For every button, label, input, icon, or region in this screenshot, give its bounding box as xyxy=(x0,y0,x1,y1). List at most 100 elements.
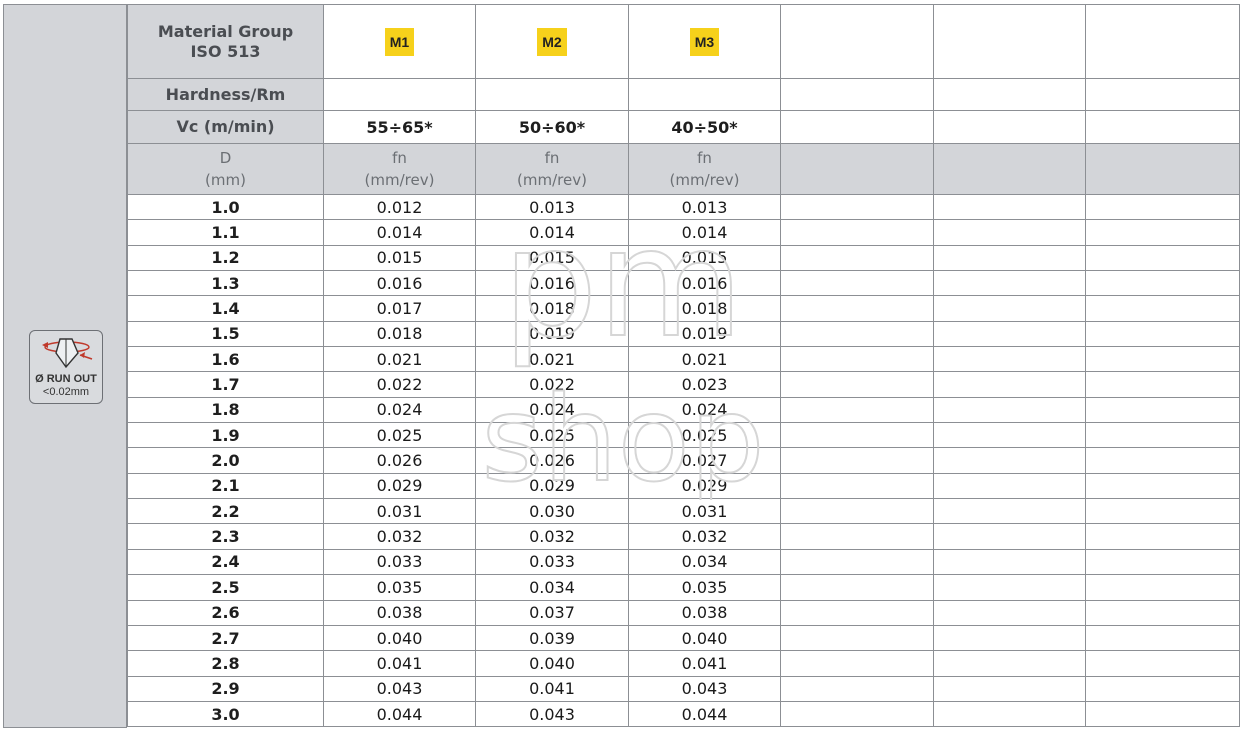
empty-cell xyxy=(780,523,934,550)
d-cell: 2.2 xyxy=(127,498,324,525)
m2-cell: 0.025 xyxy=(475,422,629,449)
d-label: D xyxy=(219,149,232,167)
table-row: 2.6 0.038 0.037 0.038 xyxy=(127,599,1240,626)
table-row: 1.8 0.024 0.024 0.024 xyxy=(127,396,1240,424)
empty-cell xyxy=(933,574,1086,601)
table-row: 2.3 0.032 0.032 0.032 xyxy=(127,523,1240,550)
table-row: 2.2 0.031 0.030 0.031 xyxy=(127,498,1240,525)
m2-cell: 0.039 xyxy=(475,624,629,652)
side-panel: Ø RUN OUT <0.02mm xyxy=(3,4,127,728)
empty-cell xyxy=(933,498,1086,525)
empty-cell xyxy=(933,675,1086,702)
empty-cell xyxy=(1085,78,1240,111)
empty-cell xyxy=(1085,4,1240,79)
empty-cell xyxy=(780,498,934,525)
m2-header: M2 xyxy=(475,4,629,79)
m2-cell: 0.016 xyxy=(475,270,629,297)
table-row: 1.4 0.017 0.018 0.018 xyxy=(127,295,1240,322)
empty-cell xyxy=(780,295,934,322)
m3-cell: 0.031 xyxy=(628,498,781,525)
empty-cell xyxy=(933,295,1086,322)
fn-unit: (mm/rev) xyxy=(517,171,587,189)
empty-cell xyxy=(475,78,629,111)
m3-cell: 0.032 xyxy=(628,523,781,550)
empty-cell xyxy=(1085,574,1240,601)
d-cell: 1.1 xyxy=(127,219,324,246)
table-row: 1.5 0.018 0.019 0.019 xyxy=(127,320,1240,348)
d-cell: 2.7 xyxy=(127,624,324,652)
empty-cell xyxy=(780,143,934,195)
m3-cell: 0.018 xyxy=(628,295,781,322)
empty-cell xyxy=(780,650,934,677)
m1-cell: 0.022 xyxy=(323,371,476,398)
empty-cell xyxy=(1085,447,1240,474)
m3-cell: 0.016 xyxy=(628,270,781,297)
d-cell: 1.9 xyxy=(127,422,324,449)
d-cell: 1.4 xyxy=(127,295,324,322)
empty-cell xyxy=(780,548,934,576)
table-row: 2.0 0.026 0.026 0.027 xyxy=(127,447,1240,474)
empty-cell xyxy=(933,422,1086,449)
empty-cell xyxy=(1085,295,1240,322)
table-row: 1.2 0.015 0.015 0.015 xyxy=(127,244,1240,272)
empty-cell xyxy=(933,650,1086,677)
d-cell: 1.8 xyxy=(127,396,324,424)
m1-badge: M1 xyxy=(384,27,415,56)
material-group-label: Material Group xyxy=(157,21,294,41)
m2-cell: 0.034 xyxy=(475,574,629,601)
m2-vc: 50÷60* xyxy=(475,110,629,144)
table-row: 3.0 0.044 0.043 0.044 xyxy=(127,700,1240,728)
m2-cell: 0.014 xyxy=(475,219,629,246)
m3-badge: M3 xyxy=(689,27,720,56)
empty-cell xyxy=(780,244,934,272)
empty-cell xyxy=(780,447,934,474)
m3-cell: 0.044 xyxy=(628,700,781,728)
m1-cell: 0.014 xyxy=(323,219,476,246)
m3-cell: 0.014 xyxy=(628,219,781,246)
empty-cell xyxy=(1085,472,1240,500)
empty-cell xyxy=(1085,270,1240,297)
empty-cell xyxy=(780,472,934,500)
m2-cell: 0.037 xyxy=(475,599,629,626)
fn-label: fn xyxy=(544,149,560,167)
empty-cell xyxy=(780,700,934,728)
d-cell: 2.9 xyxy=(127,675,324,702)
m1-cell: 0.029 xyxy=(323,472,476,500)
empty-cell xyxy=(1085,396,1240,424)
empty-cell xyxy=(1085,193,1240,221)
m1-cell: 0.044 xyxy=(323,700,476,728)
m3-fn-header: fn (mm/rev) xyxy=(628,143,781,195)
empty-cell xyxy=(933,244,1086,272)
empty-cell xyxy=(1085,320,1240,348)
table-row: 1.0 0.012 0.013 0.013 xyxy=(127,193,1240,221)
empty-cell xyxy=(933,523,1086,550)
empty-cell xyxy=(1085,675,1240,702)
empty-cell xyxy=(780,371,934,398)
table-row: 2.8 0.041 0.040 0.041 xyxy=(127,650,1240,677)
empty-cell xyxy=(780,346,934,373)
empty-cell xyxy=(933,110,1086,144)
empty-cell xyxy=(933,599,1086,626)
m1-cell: 0.018 xyxy=(323,320,476,348)
empty-cell xyxy=(1085,700,1240,728)
m2-cell: 0.032 xyxy=(475,523,629,550)
empty-cell xyxy=(933,447,1086,474)
empty-cell xyxy=(780,675,934,702)
fn-unit: (mm/rev) xyxy=(669,171,740,189)
m3-cell: 0.025 xyxy=(628,422,781,449)
table-row: 1.9 0.025 0.025 0.025 xyxy=(127,422,1240,449)
m2-cell: 0.041 xyxy=(475,675,629,702)
m3-cell: 0.038 xyxy=(628,599,781,626)
empty-cell xyxy=(323,78,476,111)
empty-cell xyxy=(933,371,1086,398)
m2-cell: 0.029 xyxy=(475,472,629,500)
m1-cell: 0.015 xyxy=(323,244,476,272)
m2-cell: 0.030 xyxy=(475,498,629,525)
d-cell: 1.2 xyxy=(127,244,324,272)
m2-cell: 0.026 xyxy=(475,447,629,474)
empty-cell xyxy=(1085,624,1240,652)
fn-label: fn xyxy=(697,149,712,167)
m3-cell: 0.041 xyxy=(628,650,781,677)
hardness-label: Hardness/Rm xyxy=(127,78,324,111)
empty-cell xyxy=(1085,523,1240,550)
